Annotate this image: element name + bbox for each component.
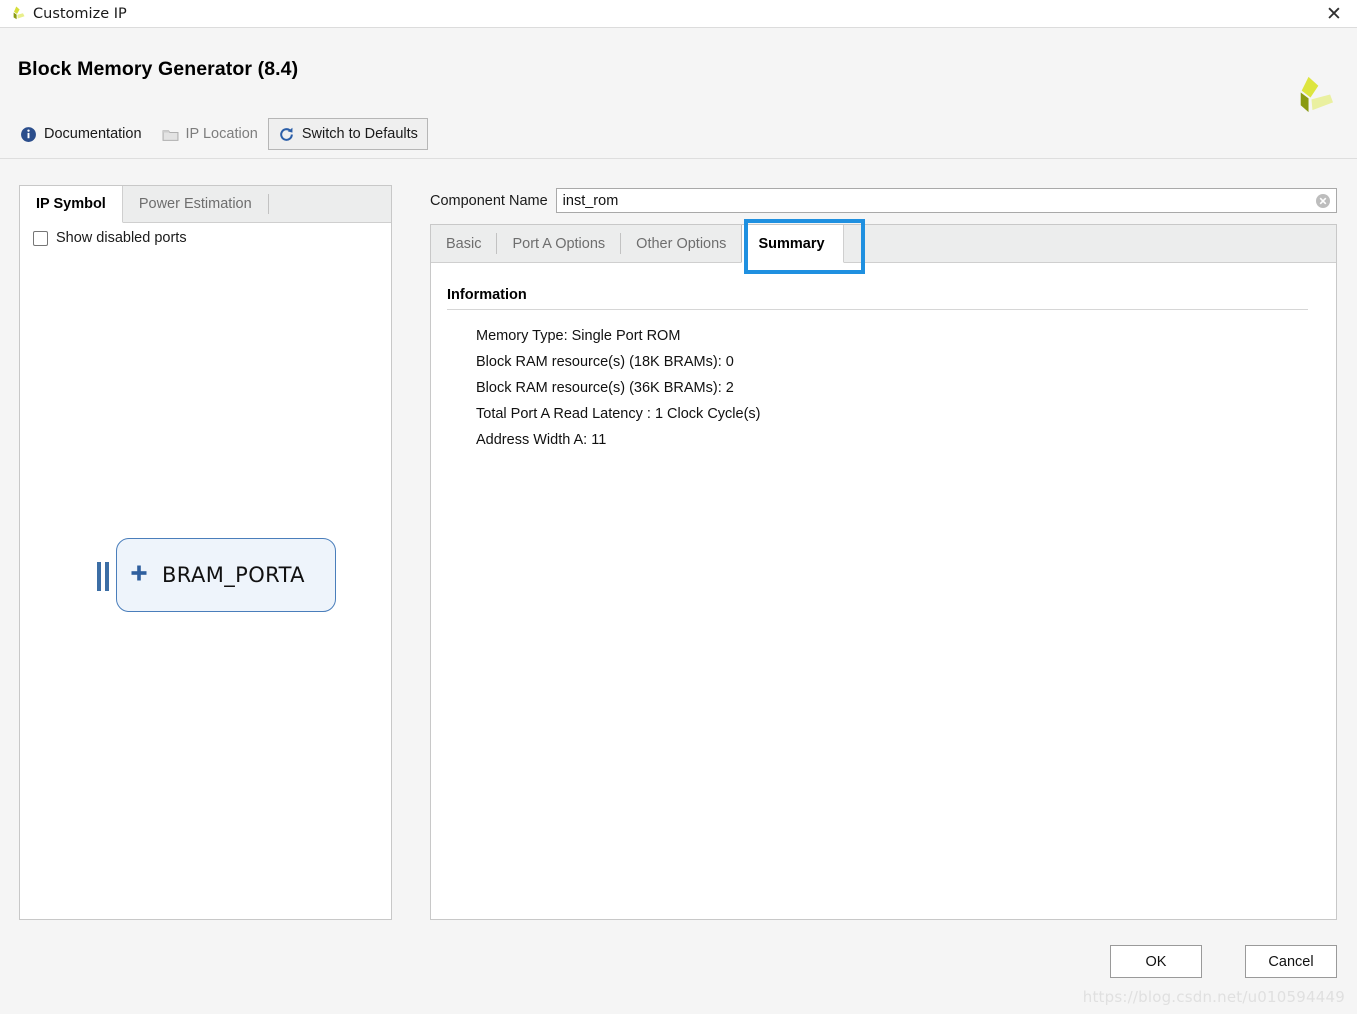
component-name-field[interactable] xyxy=(555,188,1337,213)
tab-summary-label: Summary xyxy=(758,235,825,252)
watermark-text: https://blog.csdn.net/u010594449 xyxy=(1082,988,1345,1006)
configuration-panel: Basic Port A Options Other Options Summa… xyxy=(430,224,1337,920)
config-tabs: Basic Port A Options Other Options Summa… xyxy=(431,225,1336,263)
xilinx-brand-logo-icon xyxy=(1287,71,1334,118)
tab-basic[interactable]: Basic xyxy=(431,225,496,262)
cancel-button[interactable]: Cancel xyxy=(1245,945,1337,978)
documentation-label: Documentation xyxy=(44,126,142,142)
close-icon[interactable]: ✕ xyxy=(1311,0,1357,28)
list-item: Memory Type: Single Port ROM xyxy=(476,328,681,344)
tab-power-estimation-label: Power Estimation xyxy=(138,196,252,212)
switch-to-defaults-label: Switch to Defaults xyxy=(301,126,418,142)
summary-information-area: Information Memory Type: Single Port ROM… xyxy=(431,263,1336,919)
list-item: Block RAM resource(s) (36K BRAMs): 2 xyxy=(476,380,734,396)
tab-other-options[interactable]: Other Options xyxy=(621,225,741,262)
list-item: Total Port A Read Latency : 1 Clock Cycl… xyxy=(476,406,761,422)
heading-divider xyxy=(447,309,1308,310)
component-name-label: Component Name xyxy=(430,192,548,209)
page-title: Block Memory Generator (8.4) xyxy=(18,58,299,80)
tab-other-options-label: Other Options xyxy=(636,235,727,252)
list-item: Address Width A: 11 xyxy=(476,432,607,448)
window-title: Customize IP xyxy=(33,5,127,22)
info-icon xyxy=(20,126,37,143)
tab-port-a-options[interactable]: Port A Options xyxy=(497,225,620,262)
component-name-row: Component Name xyxy=(430,188,1337,213)
clear-circle-icon[interactable] xyxy=(1315,193,1331,209)
tab-basic-label: Basic xyxy=(446,235,482,252)
information-heading: Information xyxy=(447,287,527,303)
show-disabled-ports-checkbox[interactable] xyxy=(33,230,48,246)
header-toolbar: Documentation IP Location Switch to Defa… xyxy=(10,117,428,151)
switch-to-defaults-button[interactable]: Switch to Defaults xyxy=(267,118,428,150)
window-title-bar: Customize IP ✕ xyxy=(0,0,1357,28)
ip-symbol-panel: IP Symbol Power Estimation Show disabled… xyxy=(19,185,392,920)
port-connector-icon xyxy=(97,562,109,591)
dialog-header: Block Memory Generator (8.4) Documentati… xyxy=(0,28,1357,159)
bram-porta-label: BRAM_PORTA xyxy=(162,563,305,587)
ok-button[interactable]: OK xyxy=(1110,945,1202,978)
information-list: Memory Type: Single Port ROM Block RAM r… xyxy=(447,323,1308,453)
bram-porta-block[interactable]: BRAM_PORTA xyxy=(116,538,336,612)
folder-icon xyxy=(162,126,179,143)
tab-divider xyxy=(267,194,269,214)
ip-location-button[interactable]: IP Location xyxy=(152,118,268,150)
expand-plus-icon[interactable] xyxy=(129,563,149,588)
show-disabled-ports-label: Show disabled ports xyxy=(56,230,187,246)
tab-ip-symbol-label: IP Symbol xyxy=(36,196,106,212)
list-item: Block RAM resource(s) (18K BRAMs): 0 xyxy=(476,354,734,370)
tab-ip-symbol[interactable]: IP Symbol xyxy=(20,186,123,223)
xilinx-logo-icon xyxy=(8,5,26,23)
show-disabled-ports-row[interactable]: Show disabled ports xyxy=(33,230,187,246)
documentation-button[interactable]: Documentation xyxy=(10,118,152,150)
ip-location-label: IP Location xyxy=(185,126,258,142)
dialog-footer: OK Cancel https://blog.csdn.net/u0105944… xyxy=(0,920,1357,1014)
tab-power-estimation[interactable]: Power Estimation xyxy=(123,186,268,222)
refresh-icon xyxy=(278,126,295,143)
component-name-input[interactable] xyxy=(556,189,1336,212)
left-panel-tabs: IP Symbol Power Estimation xyxy=(20,186,391,223)
tab-port-a-options-label: Port A Options xyxy=(512,235,606,252)
tab-summary[interactable]: Summary xyxy=(741,225,844,263)
